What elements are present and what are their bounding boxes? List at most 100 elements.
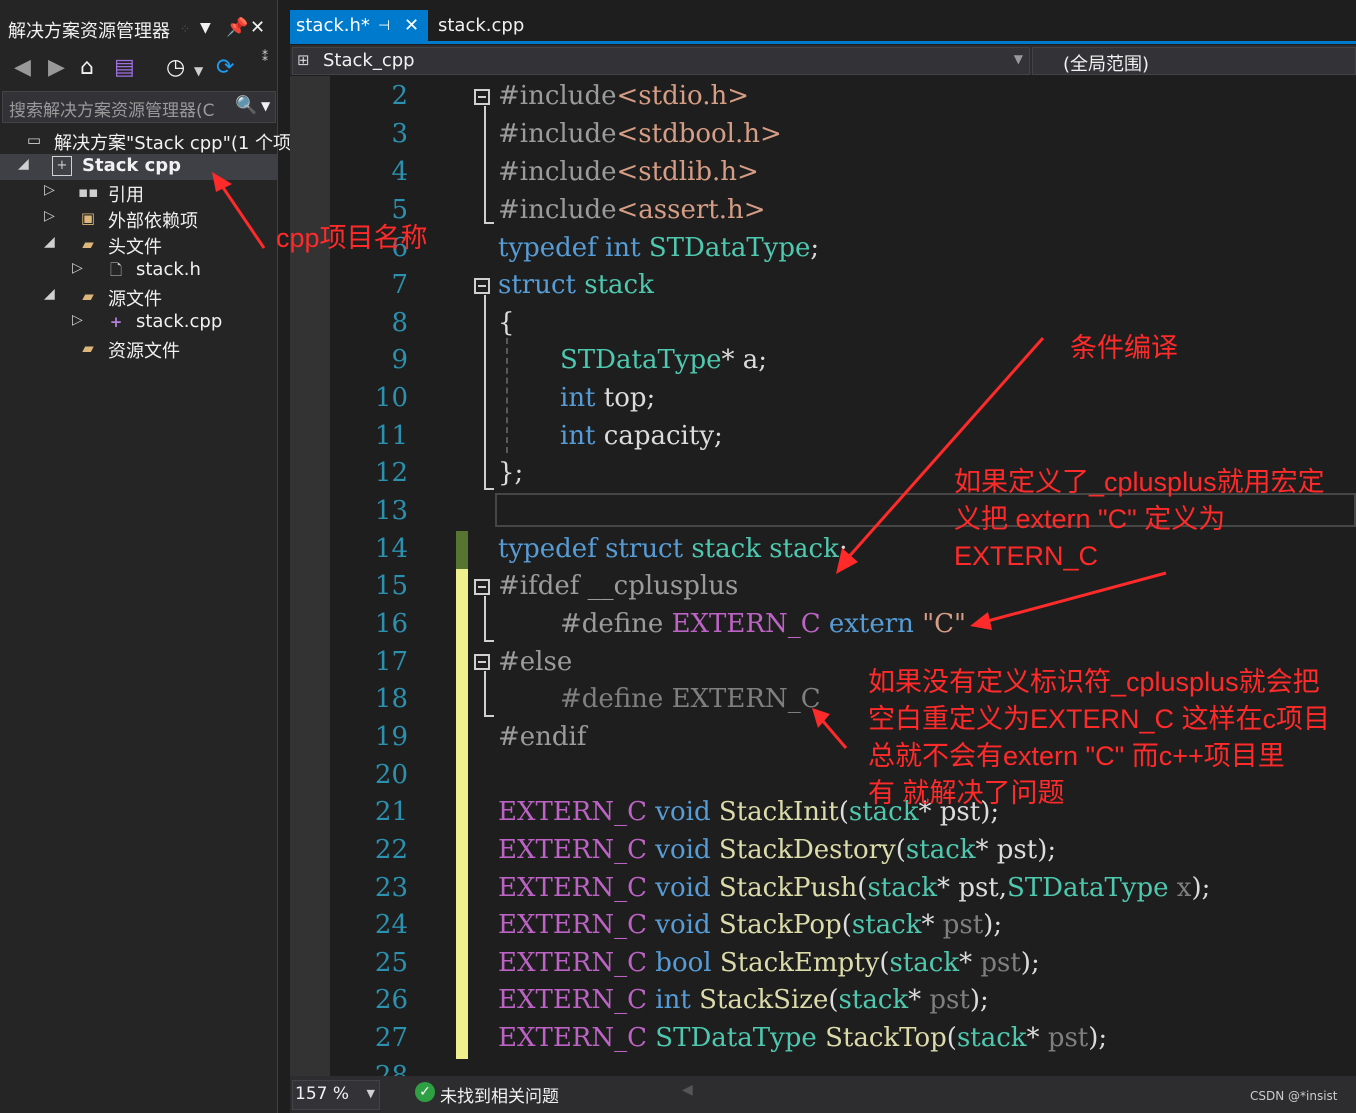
project-dropdown-label: Stack_cpp	[323, 50, 415, 71]
sync-icon[interactable]: ⟳	[216, 55, 234, 80]
pin-icon[interactable]: 📌	[226, 17, 248, 38]
tab-stack-cpp[interactable]: stack.cpp	[430, 10, 540, 42]
pin-tab-icon[interactable]: ⊣	[378, 18, 390, 34]
line-number: 25	[374, 948, 408, 978]
code-line: #include<assert.h>	[498, 195, 766, 225]
code-line: #include<stdbool.h>	[498, 119, 782, 149]
search-icon[interactable]: 🔍	[235, 95, 257, 116]
line-number: 27	[374, 1023, 408, 1053]
tree-item[interactable]: ▷ + stack.cpp	[0, 310, 277, 336]
search-options-icon[interactable]: ▼	[261, 99, 270, 113]
change-marker-saved	[456, 531, 468, 569]
code-line: EXTERN_C void StackDestory(stack* pst);	[498, 835, 1057, 865]
tree-item[interactable]: ▷ 🗋 stack.h	[0, 258, 277, 284]
line-number: 11	[374, 421, 408, 451]
folder-icon: ▰	[82, 339, 94, 357]
annotation-conditional: 条件编译	[1070, 333, 1178, 363]
collapse-region-icon[interactable]	[474, 579, 490, 595]
scroll-left-icon[interactable]: ◀	[682, 1082, 693, 1098]
collapse-arrow-icon[interactable]: ◢	[44, 286, 55, 302]
code-line: int capacity;	[560, 421, 723, 451]
line-number: 9	[391, 345, 408, 375]
code-line: EXTERN_C int StackSize(stack* pst);	[498, 985, 989, 1015]
explorer-toolbar: ◀ ▶ ⌂ ▤ ◷ ▼ ⟳ ⁑	[0, 50, 277, 88]
expand-arrow-icon[interactable]: ▷	[72, 260, 83, 276]
tree-item[interactable]: ▷ ▣ 外部依赖项	[0, 206, 277, 232]
line-number: 23	[374, 873, 408, 903]
close-icon[interactable]: ✕	[250, 17, 265, 38]
references-icon: ▪▪	[78, 183, 99, 201]
scope-dropdown[interactable]: (全局范围)	[1032, 47, 1356, 75]
tree-item-label: 外部依赖项	[108, 211, 198, 232]
search-box[interactable]: 搜索解决方案资源管理器(C 🔍 ▼	[2, 91, 276, 123]
pending-dropdown-icon[interactable]: ▼	[194, 64, 203, 78]
collapse-arrow-icon[interactable]: ◢	[44, 234, 55, 250]
tree-item-label: 资源文件	[108, 341, 180, 362]
code-line: #define EXTERN_C extern "C"	[560, 609, 966, 639]
navigation-bar: ⊞ Stack_cpp ▼ (全局范围)	[290, 45, 1356, 75]
tree-item[interactable]: ▷ ▪▪ 引用	[0, 180, 277, 206]
code-line: EXTERN_C void StackPush(stack* pst,STDat…	[498, 873, 1211, 903]
line-number: 13	[374, 496, 408, 526]
code-line: #define EXTERN_C	[560, 684, 821, 714]
line-number: 12	[374, 458, 408, 488]
tree-item[interactable]: ▰ 资源文件	[0, 336, 277, 362]
project-dropdown[interactable]: ⊞ Stack_cpp ▼	[292, 47, 1030, 75]
expand-arrow-icon[interactable]: ▷	[72, 312, 83, 328]
panel-menu-dropdown-icon[interactable]: ▼	[200, 20, 211, 36]
expand-arrow-icon[interactable]: ▷	[44, 208, 55, 224]
tab-label: stack.h*	[296, 15, 370, 36]
project-icon: ⊞	[297, 51, 310, 69]
tree-project[interactable]: ◢ + Stack cpp	[0, 154, 277, 180]
chevron-down-icon: ▼	[1013, 52, 1023, 66]
tree-item[interactable]: ◢ ▰ 头文件	[0, 232, 277, 258]
line-number: 17	[374, 647, 408, 677]
annotation-line: 总就不会有extern "C" 而c++项目里	[868, 741, 1285, 771]
code-line: EXTERN_C bool StackEmpty(stack* pst);	[498, 948, 1040, 978]
code-line: typedef struct stack stack;	[498, 534, 848, 564]
check-circle-icon: ✓	[415, 1082, 435, 1102]
search-placeholder: 搜索解决方案资源管理器(C	[9, 101, 215, 121]
cpp-file-icon: +	[109, 313, 123, 331]
editor-status-bar: 157 % ▼ ✓ 未找到相关问题 ◀ CSDN @*insist	[290, 1076, 1356, 1113]
panel-title-bar: 解决方案资源管理器 ⁘ ▼ 📌 ✕	[0, 12, 277, 46]
code-line: #else	[498, 647, 573, 677]
close-tab-icon[interactable]: ✕	[404, 15, 419, 36]
expand-arrow-icon[interactable]: ▷	[44, 182, 55, 198]
collapse-region-icon[interactable]	[474, 654, 490, 670]
tree-item-label: 引用	[108, 185, 144, 206]
line-number: 22	[374, 835, 408, 865]
issues-status[interactable]: 未找到相关问题	[440, 1082, 559, 1107]
tree-solution[interactable]: ▭ 解决方案"Stack cpp"(1 个项	[0, 128, 291, 154]
outline-guide-end	[484, 640, 494, 642]
annotation-defined: 如果定义了_cplusplus就用宏定 义把 extern "C" 定义为 EX…	[954, 464, 1325, 575]
tree-item[interactable]: ◢ ▰ 源文件	[0, 284, 277, 310]
forward-icon[interactable]: ▶	[48, 55, 65, 80]
back-icon[interactable]: ◀	[14, 55, 31, 80]
annotation-line: 义把 extern "C" 定义为	[954, 504, 1226, 534]
switch-views-icon[interactable]: ▤	[114, 55, 135, 80]
line-number: 16	[374, 609, 408, 639]
code-editor[interactable]: 2 3 4 5 6 7 8 9 10 11 12 13 14 15 16 17 …	[290, 76, 1356, 1076]
tab-stack-h[interactable]: stack.h* ⊣ ✕	[290, 10, 428, 42]
line-number: 24	[374, 910, 408, 940]
folder-icon: ▰	[82, 235, 94, 253]
collapse-region-icon[interactable]	[474, 278, 490, 294]
overflow-icon[interactable]: ⁑	[262, 50, 268, 64]
code-line: typedef int STDataType;	[498, 233, 820, 263]
code-line: int top;	[560, 383, 656, 413]
annotation-line: EXTERN_C	[954, 541, 1099, 571]
line-number: 26	[374, 985, 408, 1015]
collapse-region-icon[interactable]	[474, 89, 490, 105]
home-icon[interactable]: ⌂	[80, 55, 94, 80]
line-number: 21	[374, 797, 408, 827]
outline-guide	[484, 671, 486, 717]
panel-title: 解决方案资源管理器	[8, 21, 170, 42]
zoom-dropdown[interactable]: 157 % ▼	[292, 1080, 380, 1110]
pending-changes-icon[interactable]: ◷	[166, 55, 185, 80]
tree-item-label: stack.cpp	[136, 311, 223, 332]
code-line: EXTERN_C STDataType StackTop(stack* pst)…	[498, 1023, 1108, 1053]
collapse-arrow-icon[interactable]: ◢	[18, 156, 29, 172]
indent-guide	[506, 338, 508, 453]
editor-tab-bar: stack.h* ⊣ ✕ stack.cpp	[290, 10, 1356, 42]
